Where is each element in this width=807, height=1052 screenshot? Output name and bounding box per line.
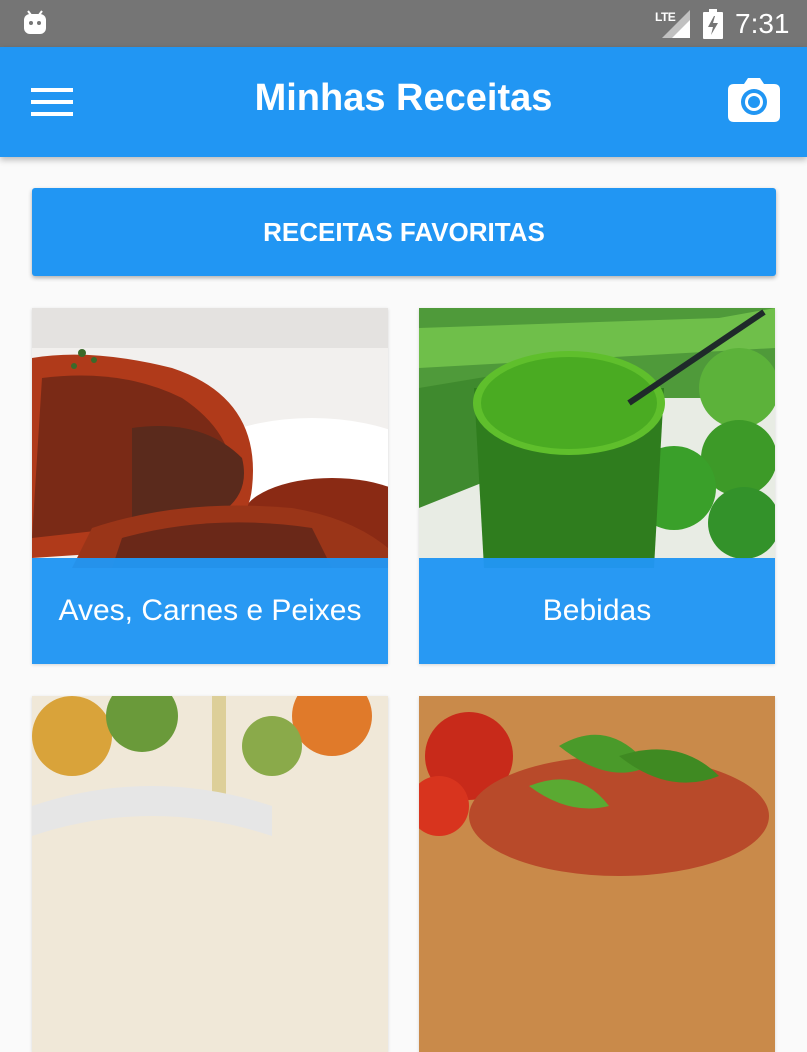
network-type: LTE (655, 10, 676, 24)
status-bar: LTE 7:31 (0, 0, 807, 47)
category-card-salad[interactable] (32, 696, 388, 1052)
favorite-recipes-button[interactable]: RECEITAS FAVORITAS (32, 188, 776, 276)
tomato-basil-image (419, 696, 775, 1052)
app-bar: Minhas Receitas (0, 47, 807, 157)
page-title: Minhas Receitas (254, 77, 553, 119)
camera-icon[interactable] (728, 78, 780, 122)
android-icon (24, 10, 46, 34)
category-label: Aves, Carnes e Peixes (32, 558, 388, 664)
battery-charging-icon (703, 9, 723, 39)
category-card-drinks[interactable]: Bebidas (419, 308, 775, 664)
clock: 7:31 (735, 8, 790, 39)
category-label: Bebidas (419, 558, 775, 664)
salad-image (32, 696, 388, 1052)
category-card-meat[interactable]: Aves, Carnes e Peixes (32, 308, 388, 664)
category-card-tomato[interactable] (419, 696, 775, 1052)
